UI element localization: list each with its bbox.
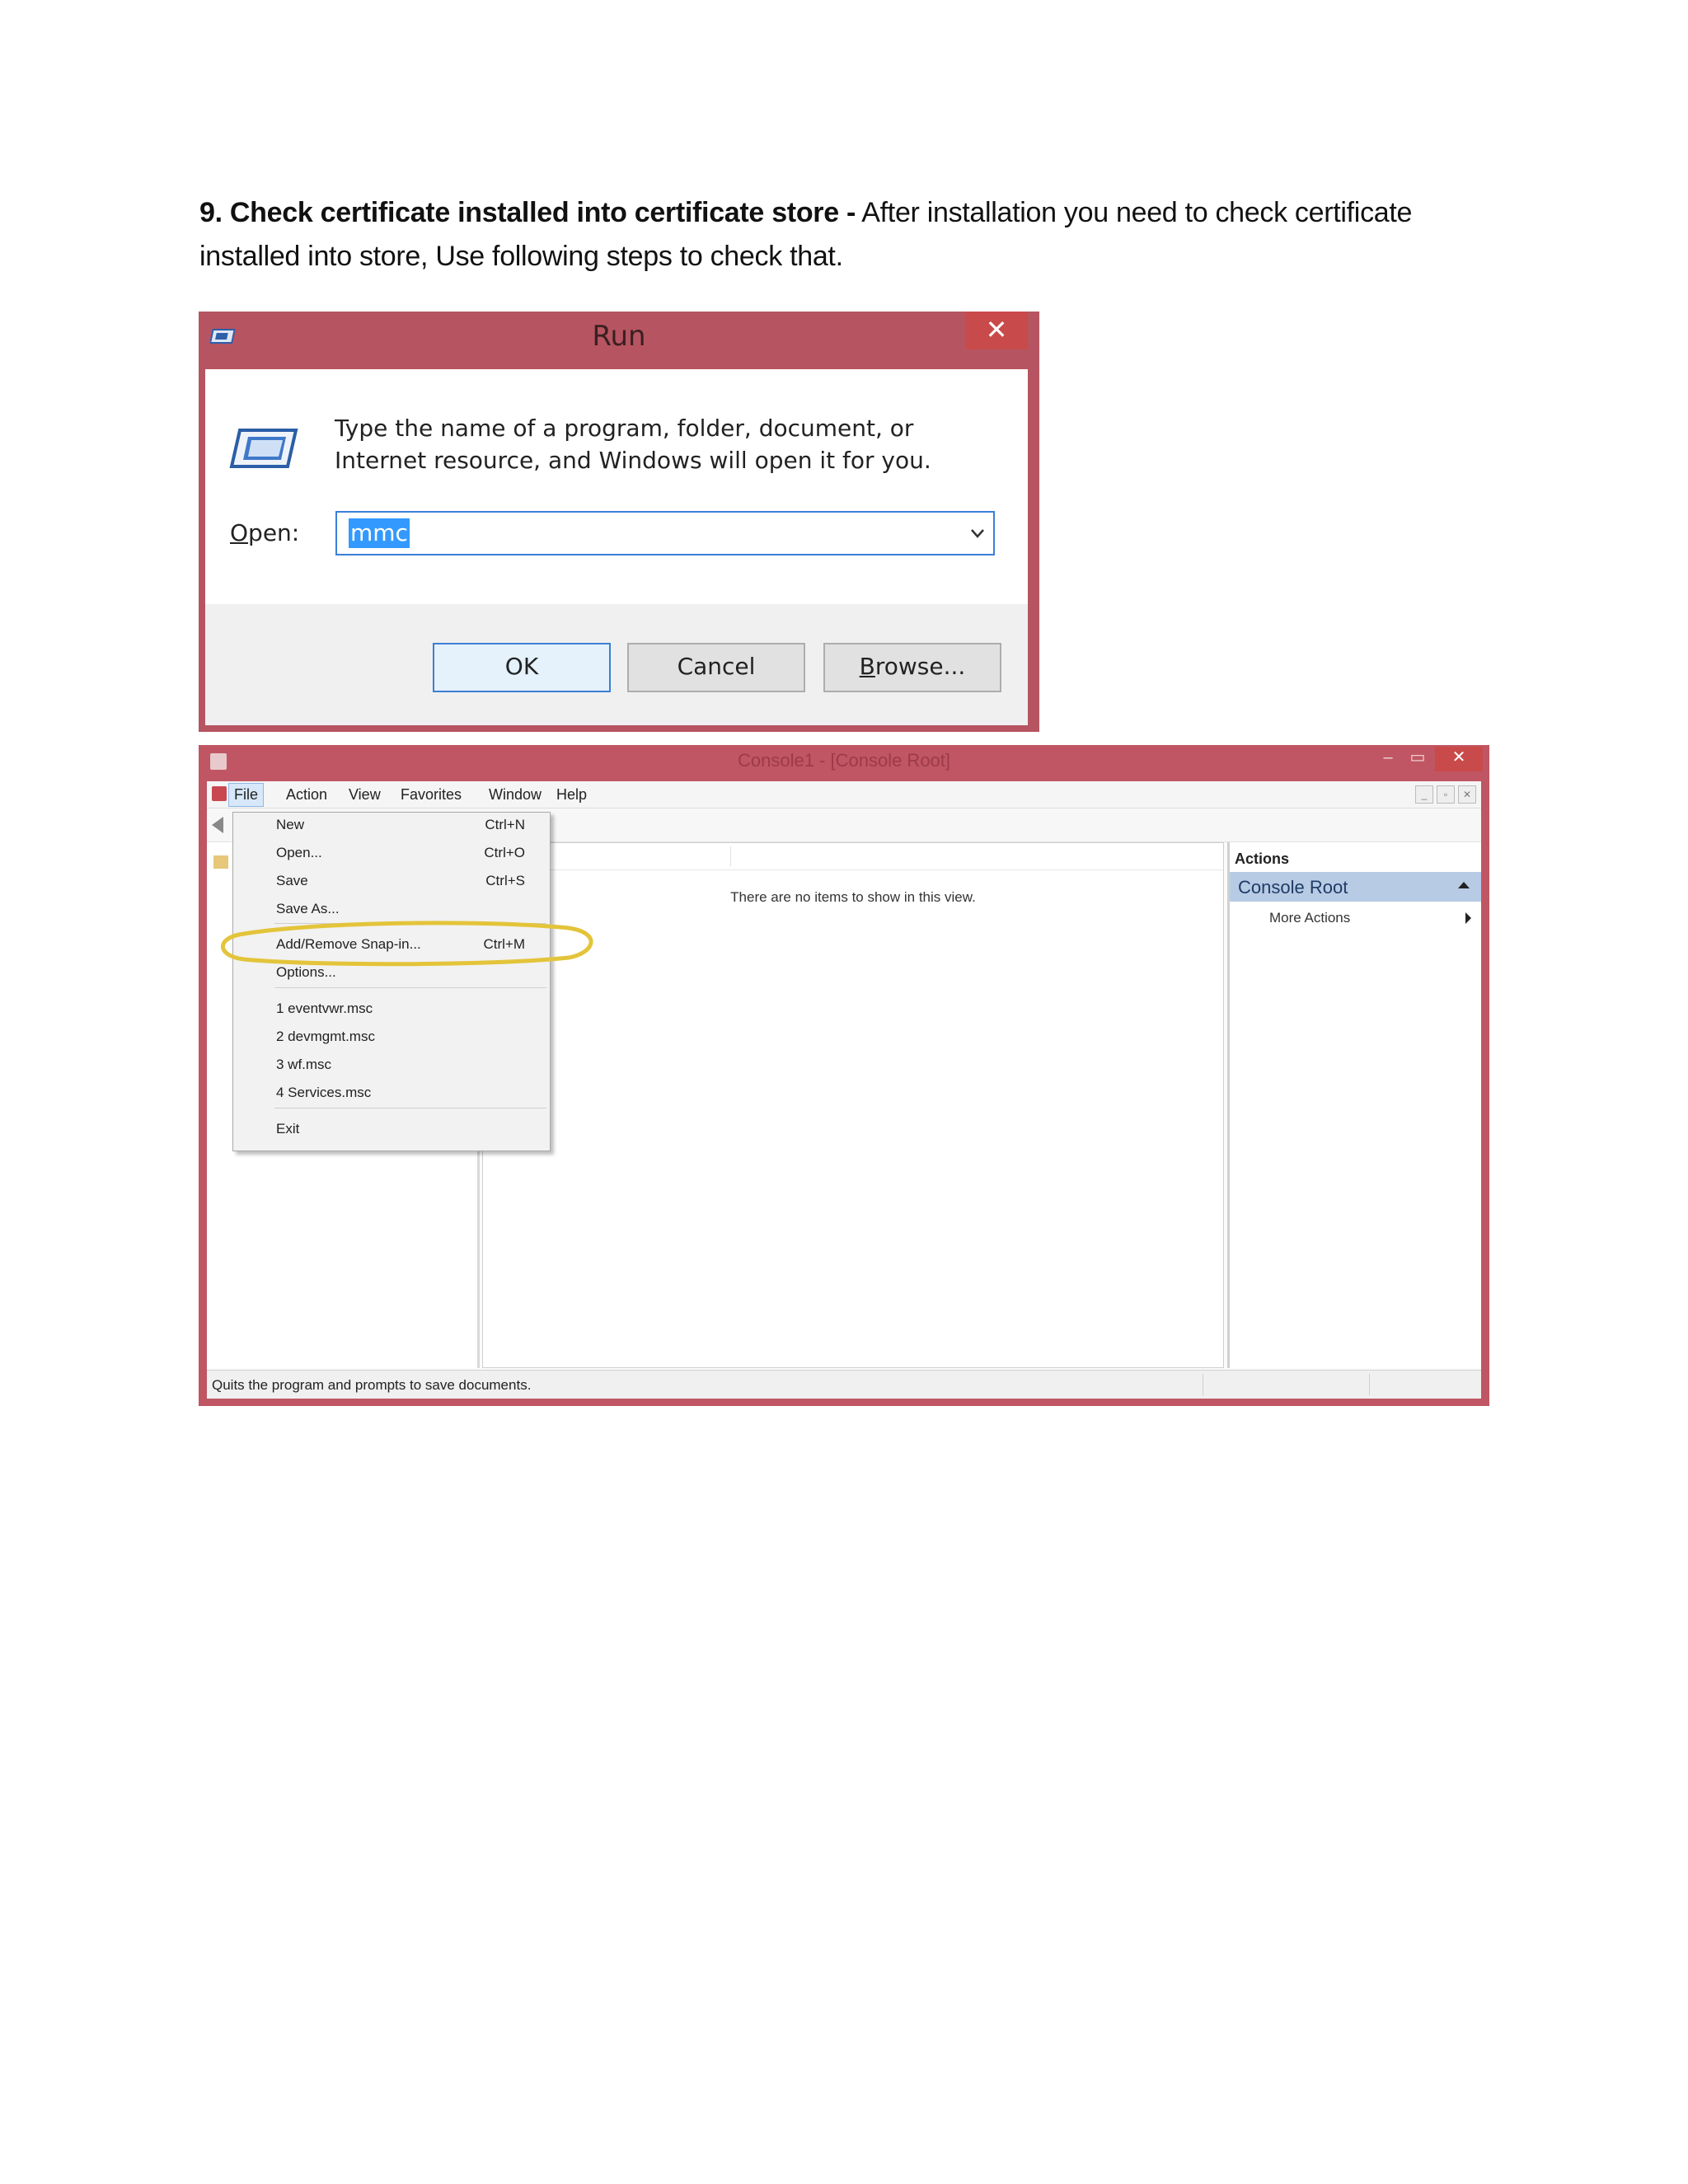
menu-action[interactable]: Action <box>286 786 327 804</box>
close-icon[interactable]: ✕ <box>965 312 1028 349</box>
menu-bar: File Action View Favorites Window Help _… <box>207 781 1481 808</box>
browse-accel: B <box>859 653 875 680</box>
menu-item-open[interactable]: Open... <box>276 845 322 861</box>
highlight-stroke <box>220 921 593 967</box>
console-menu-icon[interactable] <box>212 786 227 801</box>
menu-item-recent-4[interactable]: 4 Services.msc <box>276 1085 371 1101</box>
mdi-minimize-icon[interactable]: _ <box>1415 785 1433 804</box>
minimize-icon[interactable]: – <box>1376 747 1400 771</box>
collapse-caret-icon[interactable] <box>1458 882 1470 888</box>
mdi-buttons: _ ▫ ✕ <box>1412 785 1476 804</box>
empty-view-message: There are no items to show in this view. <box>730 889 976 905</box>
cancel-button[interactable]: Cancel <box>627 643 805 692</box>
actions-pane: Actions Console Root More Actions <box>1227 842 1481 1368</box>
open-combobox[interactable]: mmc <box>335 511 995 555</box>
ok-button[interactable]: OK <box>433 643 611 692</box>
browse-button[interactable]: Browse... <box>823 643 1001 692</box>
run-client-area: Type the name of a program, folder, docu… <box>205 369 1028 725</box>
run-program-icon <box>228 425 299 476</box>
menu-favorites[interactable]: Favorites <box>401 786 462 804</box>
shortcut-save: Ctrl+S <box>485 873 525 888</box>
step-heading-bold: 9. Check certificate installed into cert… <box>199 197 856 228</box>
column-separator[interactable] <box>730 846 731 866</box>
status-separator <box>1369 1374 1370 1395</box>
maximize-icon[interactable]: ▭ <box>1405 747 1430 771</box>
shortcut-open: Ctrl+O <box>484 845 525 860</box>
menu-item-save-as[interactable]: Save As... <box>276 901 340 917</box>
mdi-restore-icon[interactable]: ▫ <box>1437 785 1455 804</box>
open-label-accel: O <box>230 519 249 546</box>
run-instruction: Type the name of a program, folder, docu… <box>335 415 931 474</box>
menu-file[interactable]: File <box>228 783 265 807</box>
mmc-titlebar[interactable]: Console1 - [Console Root] – ▭ ✕ <box>199 745 1489 778</box>
mdi-close-icon[interactable]: ✕ <box>1458 785 1476 804</box>
menu-item-new[interactable]: New <box>276 817 304 833</box>
more-actions-item[interactable]: More Actions <box>1269 910 1350 926</box>
browse-label-rest: rowse... <box>874 653 966 680</box>
status-text: Quits the program and prompts to save do… <box>212 1377 532 1393</box>
menu-help[interactable]: Help <box>556 786 587 804</box>
menu-view[interactable]: View <box>349 786 381 804</box>
open-label-rest: pen: <box>248 519 300 546</box>
open-label: Open: <box>230 519 299 546</box>
back-arrow-icon[interactable] <box>212 817 223 833</box>
step-heading: 9. Check certificate installed into cert… <box>199 191 1485 279</box>
menu-item-save[interactable]: Save <box>276 873 308 889</box>
results-header <box>483 843 1223 870</box>
run-top-panel: Type the name of a program, folder, docu… <box>205 369 1028 604</box>
menu-item-exit[interactable]: Exit <box>276 1121 299 1137</box>
close-icon[interactable]: ✕ <box>1435 747 1483 771</box>
run-titlebar[interactable]: Run ✕ <box>199 312 1039 369</box>
mmc-title: Console1 - [Console Root] <box>737 750 951 771</box>
menu-window[interactable]: Window <box>489 786 542 804</box>
run-title: Run <box>592 320 646 353</box>
actions-console-root[interactable]: Console Root <box>1230 872 1481 902</box>
menu-item-recent-3[interactable]: 3 wf.msc <box>276 1057 331 1073</box>
shortcut-new: Ctrl+N <box>485 817 525 832</box>
actions-header: Actions <box>1235 851 1290 867</box>
status-bar: Quits the program and prompts to save do… <box>207 1370 1481 1399</box>
actions-root-label: Console Root <box>1238 877 1348 898</box>
chevron-down-icon[interactable] <box>968 524 987 546</box>
file-menu: New Ctrl+N Open... Ctrl+O Save Ctrl+S Sa… <box>232 812 551 1151</box>
menu-separator <box>274 987 546 988</box>
highlight-ellipse <box>220 921 593 967</box>
folder-icon <box>213 855 228 869</box>
open-input-value[interactable]: mmc <box>349 518 410 548</box>
run-dialog: Run ✕ Type the name of a program, folder… <box>199 312 1039 732</box>
submenu-arrow-icon <box>1465 912 1471 924</box>
menu-item-recent-2[interactable]: 2 devmgmt.msc <box>276 1029 375 1045</box>
menu-item-recent-1[interactable]: 1 eventvwr.msc <box>276 1001 373 1017</box>
